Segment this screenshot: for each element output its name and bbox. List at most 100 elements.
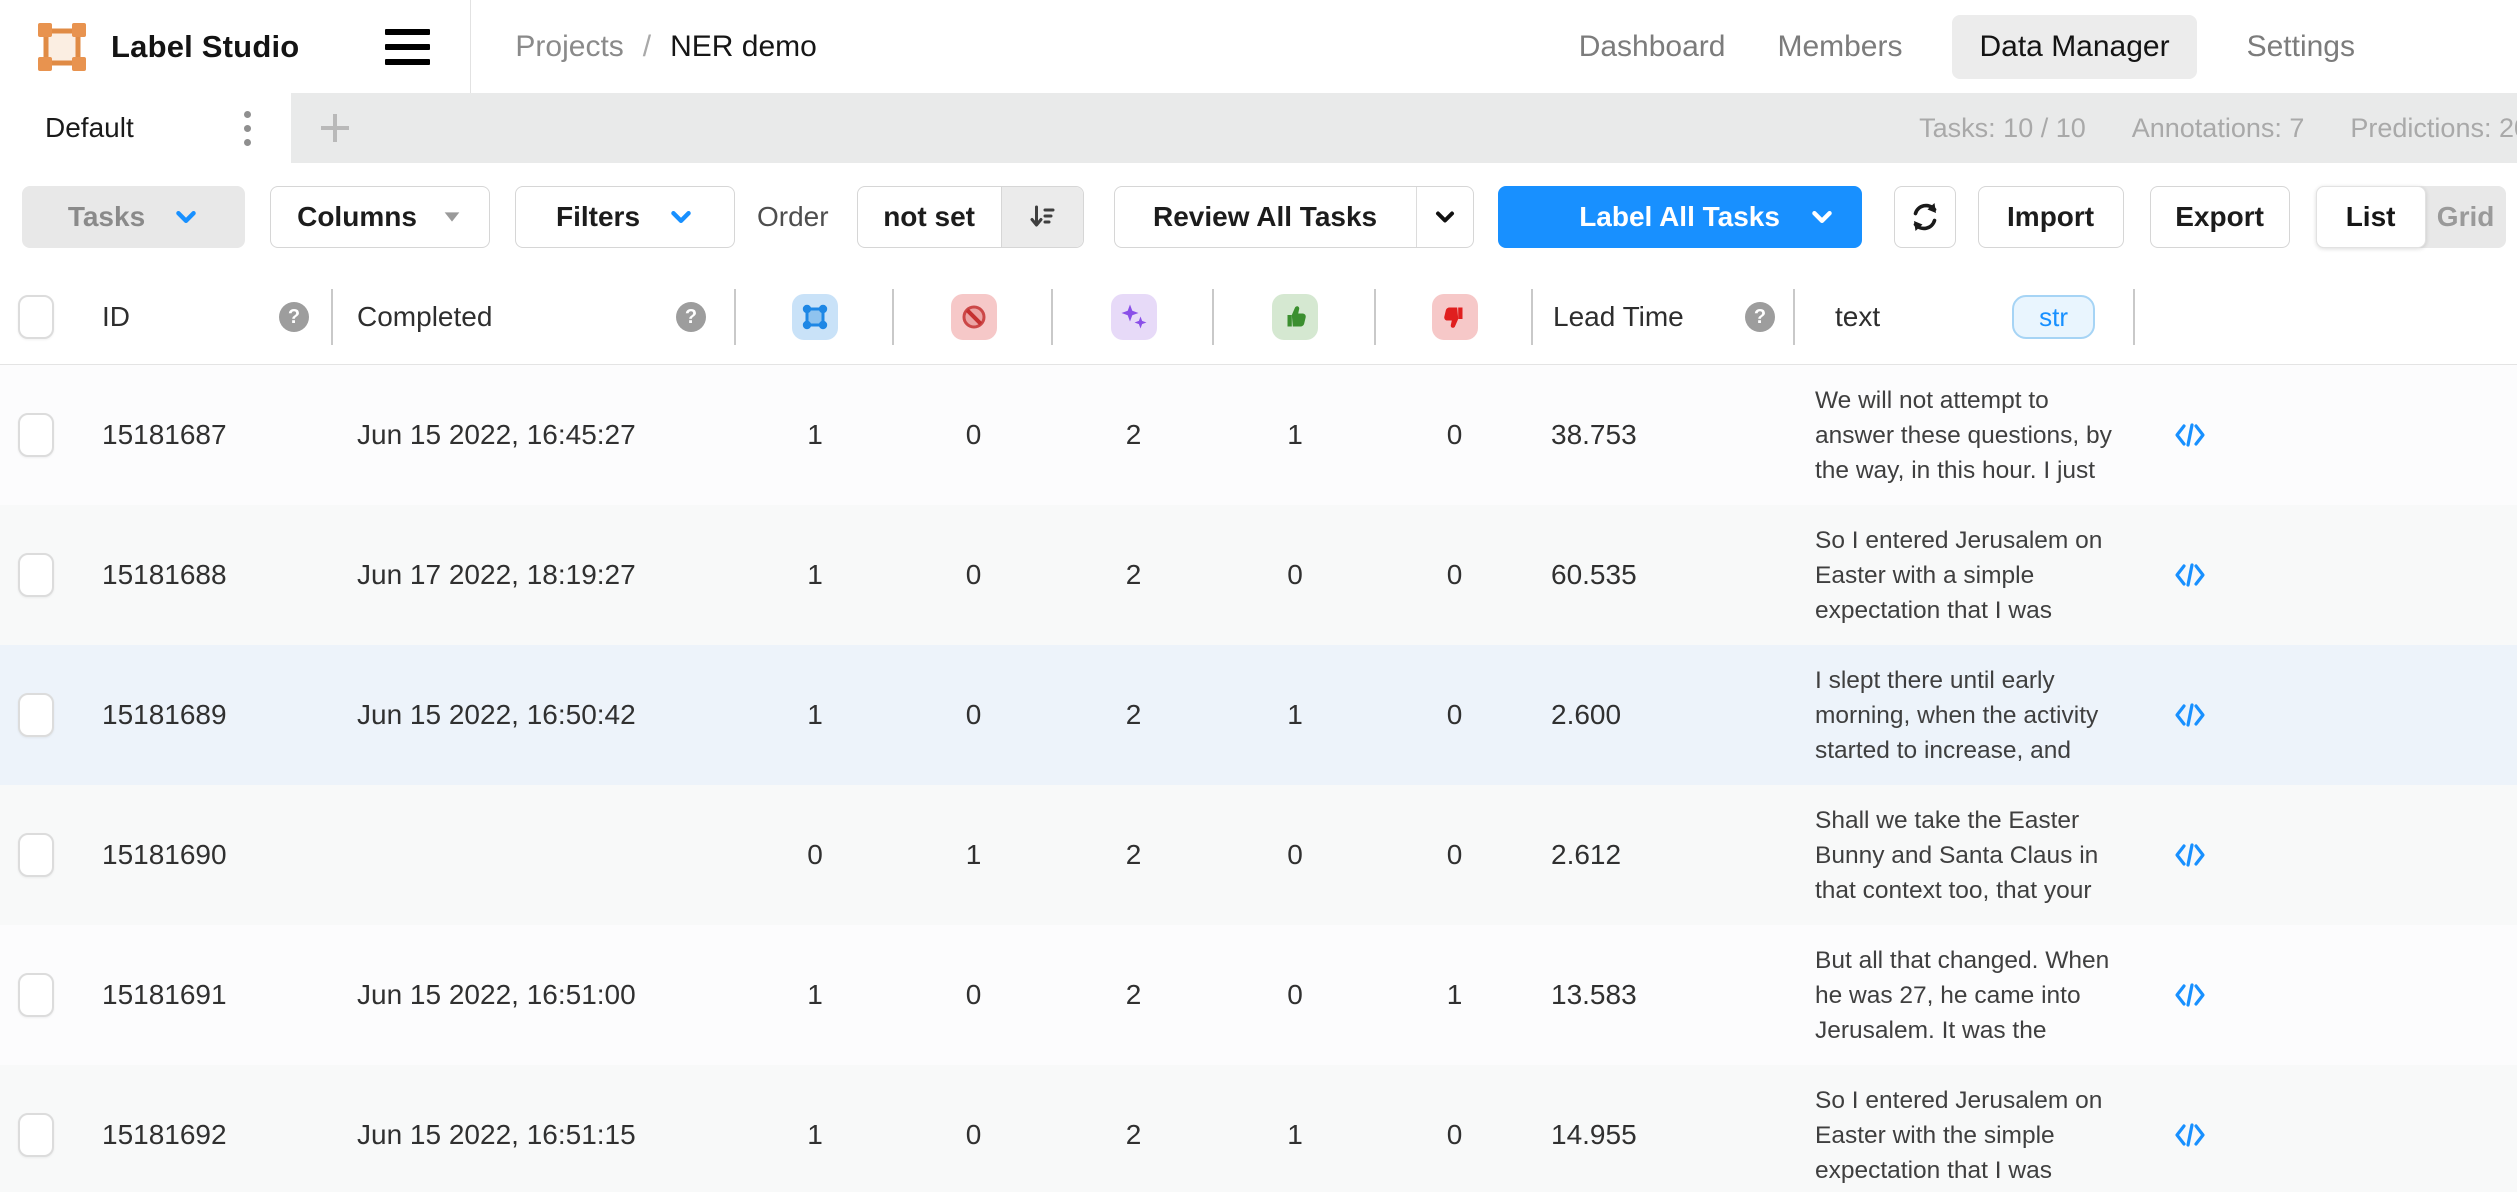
sort-direction-button[interactable]: [1001, 187, 1083, 247]
label-all-dropdown-toggle[interactable]: [1809, 204, 1835, 230]
task-id: 15181692: [80, 1119, 333, 1151]
tab-default[interactable]: Default: [0, 93, 291, 163]
task-predictions-count: 2: [1053, 559, 1214, 591]
hamburger-menu-icon[interactable]: [385, 29, 430, 65]
filters-dropdown-button[interactable]: Filters: [515, 186, 735, 248]
column-header-predictions[interactable]: [1053, 270, 1214, 364]
column-header-accepted[interactable]: [1214, 270, 1376, 364]
code-icon[interactable]: [2173, 698, 2207, 732]
task-rejected-count: 0: [1376, 839, 1533, 871]
task-row[interactable]: 15181691 Jun 15 2022, 16:51:00 1 0 2 0 1…: [0, 925, 2517, 1065]
project-stats: Tasks: 10 / 10 Annotations: 7 Prediction…: [1919, 113, 2517, 144]
task-accepted-count: 1: [1214, 1119, 1376, 1151]
column-text-label: text: [1835, 301, 1880, 333]
task-text-cell: So I entered Jerusalem on Easter with a …: [1795, 523, 2135, 628]
row-checkbox[interactable]: [18, 973, 54, 1017]
row-checkbox[interactable]: [18, 693, 54, 737]
code-icon[interactable]: [2173, 1118, 2207, 1152]
help-icon[interactable]: ?: [279, 302, 309, 332]
add-tab-button[interactable]: [317, 110, 353, 146]
row-checkbox[interactable]: [18, 413, 54, 457]
export-button[interactable]: Export: [2150, 186, 2290, 248]
task-predictions-count: 2: [1053, 699, 1214, 731]
task-lead-time: 14.955: [1533, 1119, 1795, 1151]
column-header-annotations[interactable]: [736, 270, 894, 364]
task-cancelled-count: 0: [894, 559, 1053, 591]
column-header-text[interactable]: text str: [1795, 270, 2135, 364]
column-header-rejected[interactable]: [1376, 270, 1533, 364]
task-lead-time: 13.583: [1533, 979, 1795, 1011]
columns-dropdown-button[interactable]: Columns: [270, 186, 490, 248]
task-text-snippet: We will not attempt to answer these ques…: [1815, 383, 2131, 488]
task-rejected-count: 0: [1376, 699, 1533, 731]
triangle-down-icon: [441, 206, 463, 228]
task-completed-date: Jun 15 2022, 16:45:27: [333, 419, 736, 451]
row-checkbox[interactable]: [18, 553, 54, 597]
task-rejected-count: 0: [1376, 1119, 1533, 1151]
task-row[interactable]: 15181688 Jun 17 2022, 18:19:27 1 0 2 0 0…: [0, 505, 2517, 645]
task-text-cell: Shall we take the Easter Bunny and Santa…: [1795, 803, 2135, 908]
row-checkbox-cell: [0, 413, 80, 457]
task-row[interactable]: 15181687 Jun 15 2022, 16:45:27 1 0 2 1 0…: [0, 365, 2517, 505]
table-header-row: ID ? Completed ?: [0, 270, 2517, 365]
review-all-tasks-button[interactable]: Review All Tasks: [1114, 186, 1474, 248]
code-icon[interactable]: [2173, 558, 2207, 592]
code-icon[interactable]: [2173, 418, 2207, 452]
data-manager-toolbar: Tasks Columns Filters Order not set Revi…: [0, 163, 2517, 270]
task-accepted-count: 0: [1214, 559, 1376, 591]
nav-item-data-manager[interactable]: Data Manager: [1952, 15, 2196, 79]
task-predictions-count: 2: [1053, 979, 1214, 1011]
breadcrumb-projects-link[interactable]: Projects: [515, 30, 623, 64]
tab-strip: Default Tasks: 10 / 10 Annotations: 7 Pr…: [0, 93, 2517, 163]
view-toggle-grid[interactable]: Grid: [2426, 201, 2506, 233]
task-row[interactable]: 15181689 Jun 15 2022, 16:50:42 1 0 2 1 0…: [0, 645, 2517, 785]
columns-dropdown-label: Columns: [297, 201, 417, 233]
select-all-checkbox[interactable]: [18, 295, 54, 339]
task-rejected-count: 0: [1376, 559, 1533, 591]
code-icon[interactable]: [2173, 978, 2207, 1012]
import-button[interactable]: Import: [1978, 186, 2124, 248]
code-icon[interactable]: [2173, 838, 2207, 872]
nav-item-members[interactable]: Members: [1775, 15, 1904, 79]
order-label: Order: [757, 201, 829, 233]
column-header-spacer: [2245, 270, 2517, 364]
select-all-cell: [0, 270, 80, 364]
task-row[interactable]: 15181690 0 1 2 0 0 2.612 Shall we take t…: [0, 785, 2517, 925]
column-header-completed[interactable]: Completed ?: [333, 270, 736, 364]
row-checkbox[interactable]: [18, 1113, 54, 1157]
task-completed-date: Jun 15 2022, 16:51:00: [333, 979, 736, 1011]
refresh-button[interactable]: [1894, 186, 1956, 248]
column-header-cancelled[interactable]: [894, 270, 1053, 364]
column-header-lead-time[interactable]: Lead Time ?: [1533, 270, 1795, 364]
nav-item-dashboard[interactable]: Dashboard: [1577, 15, 1728, 79]
task-row[interactable]: 15181692 Jun 15 2022, 16:51:15 1 0 2 1 0…: [0, 1065, 2517, 1192]
thumbs-up-icon: [1272, 294, 1318, 340]
task-source-cell: [2135, 418, 2245, 452]
task-text-cell: We will not attempt to answer these ques…: [1795, 383, 2135, 488]
task-completed-date: Jun 17 2022, 18:19:27: [333, 559, 736, 591]
task-source-cell: [2135, 698, 2245, 732]
task-source-cell: [2135, 838, 2245, 872]
task-predictions-count: 2: [1053, 839, 1214, 871]
view-toggle-list[interactable]: List: [2316, 186, 2426, 248]
export-label: Export: [2175, 201, 2264, 233]
task-lead-time: 38.753: [1533, 419, 1795, 451]
column-header-id[interactable]: ID ?: [80, 270, 333, 364]
task-predictions-count: 2: [1053, 1119, 1214, 1151]
order-value: not set: [858, 201, 1001, 233]
label-all-tasks-button[interactable]: Label All Tasks: [1498, 186, 1862, 248]
tab-options-kebab-icon[interactable]: [240, 107, 255, 150]
help-icon[interactable]: ?: [1745, 302, 1775, 332]
task-text-cell: So I entered Jerusalem on Easter with th…: [1795, 1083, 2135, 1188]
order-value-button[interactable]: not set: [857, 186, 1084, 248]
review-dropdown-toggle[interactable]: [1417, 205, 1473, 229]
help-icon[interactable]: ?: [676, 302, 706, 332]
view-mode-toggle: List Grid: [2316, 186, 2506, 248]
row-checkbox[interactable]: [18, 833, 54, 877]
nav-item-settings[interactable]: Settings: [2245, 15, 2357, 79]
task-text-snippet: Shall we take the Easter Bunny and Santa…: [1815, 803, 2131, 908]
task-id: 15181688: [80, 559, 333, 591]
tasks-dropdown-button[interactable]: Tasks: [22, 186, 245, 248]
chevron-down-icon: [173, 204, 199, 230]
label-studio-logo-icon[interactable]: [35, 20, 89, 74]
